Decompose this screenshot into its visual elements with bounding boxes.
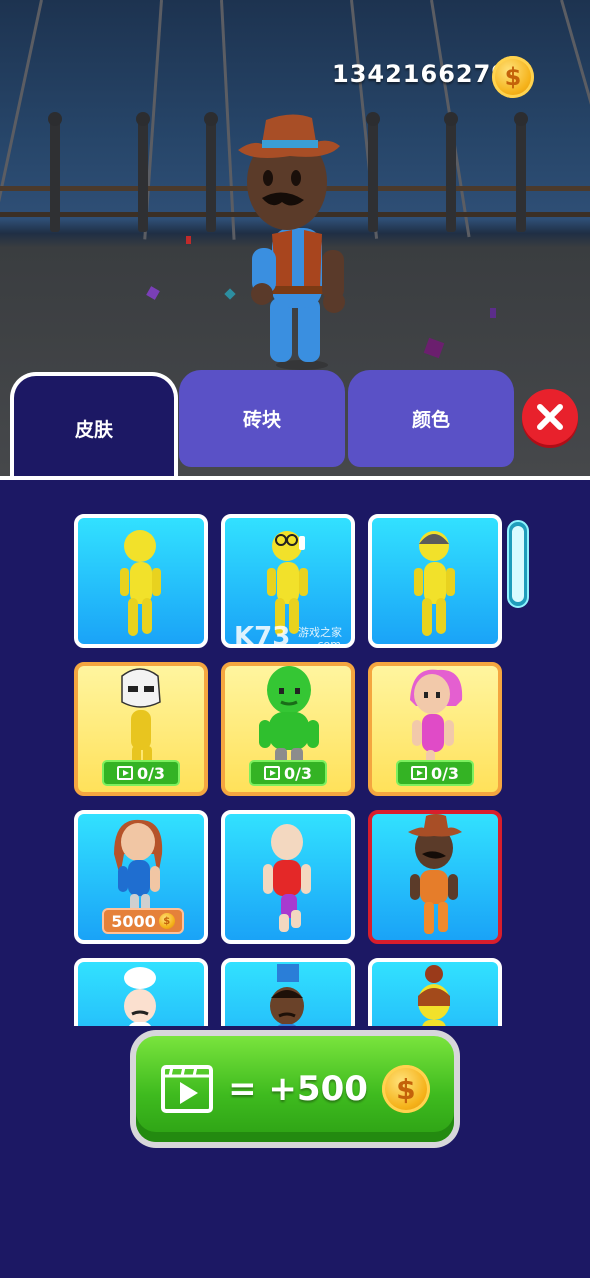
- player-character: [238, 114, 345, 370]
- skin-card-chef[interactable]: [74, 958, 208, 1026]
- skin-card-bald-red-shirt[interactable]: [221, 810, 355, 944]
- close-icon: [537, 404, 563, 430]
- skin-card-redhead-girl[interactable]: 5000 $: [74, 810, 208, 944]
- confetti: [423, 337, 445, 359]
- progress-label: 0/3: [430, 763, 460, 783]
- scrollbar-thumb[interactable]: [512, 526, 524, 602]
- video-icon: [161, 1065, 214, 1113]
- fence-post: [48, 112, 62, 232]
- skin-figure: [270, 964, 304, 1026]
- skin-card-bun-hair[interactable]: [368, 958, 502, 1026]
- fence-post: [366, 112, 380, 232]
- video-icon: [116, 766, 133, 780]
- skin-card-stormtrooper[interactable]: 0/3: [74, 662, 208, 796]
- video-icon: [263, 766, 280, 780]
- video-progress-badge: 0/3: [396, 760, 474, 786]
- skin-figure: [414, 531, 455, 636]
- tab-colors[interactable]: 颜色: [348, 370, 514, 467]
- fence-post: [444, 112, 458, 232]
- watch-ad-button[interactable]: = +500 $: [130, 1030, 460, 1148]
- skin-figure: [259, 666, 319, 766]
- fence-post: [136, 112, 150, 232]
- coin-icon: $: [381, 1065, 430, 1113]
- coin-icon: $: [492, 56, 534, 98]
- confetti: [186, 236, 191, 244]
- video-progress-badge: 0/3: [102, 760, 180, 786]
- progress-label: 0/3: [283, 763, 313, 783]
- skin-figure: [418, 965, 450, 1026]
- skin-figure: [114, 819, 163, 914]
- video-icon: [410, 766, 427, 780]
- skin-figure: [124, 967, 156, 1026]
- close-button[interactable]: [522, 389, 578, 445]
- skin-figure: [120, 530, 161, 636]
- progress-label: 0/3: [136, 763, 166, 783]
- skin-grid: 0/3 0/3 0/3 5000 $: [72, 514, 508, 1026]
- rope: [0, 0, 43, 236]
- watermark-domain: .com: [314, 638, 341, 651]
- skin-card-yellow-cap[interactable]: [368, 514, 502, 648]
- confetti: [490, 308, 496, 318]
- watch-ad-button-face[interactable]: = +500 $: [136, 1036, 454, 1142]
- skin-card-cowboy[interactable]: [368, 810, 502, 944]
- scrollbar[interactable]: [507, 520, 529, 608]
- confetti: [146, 286, 160, 300]
- tab-bricks[interactable]: 砖块: [179, 370, 345, 467]
- skin-figure: [121, 668, 161, 766]
- skin-figure: [410, 669, 463, 766]
- price-label: 5000: [111, 911, 156, 931]
- rope: [560, 0, 590, 232]
- skin-card-plain-yellow[interactable]: [74, 514, 208, 648]
- tab-skins[interactable]: 皮肤: [10, 372, 178, 480]
- skin-card-green-orc[interactable]: 0/3: [221, 662, 355, 796]
- skin-card-top-hat[interactable]: [221, 958, 355, 1026]
- skin-card-pink-hair-girl[interactable]: 0/3: [368, 662, 502, 796]
- fence-post: [514, 112, 528, 232]
- coin-icon: $: [158, 913, 175, 929]
- ad-reward-label: = +500: [228, 1069, 368, 1109]
- video-progress-badge: 0/3: [249, 760, 327, 786]
- category-tabs: 皮肤 砖块 颜色: [0, 370, 590, 480]
- watermark-logo: K73: [234, 622, 291, 652]
- fence-post: [204, 112, 218, 232]
- skin-figure: [263, 824, 311, 932]
- skin-figure: [408, 814, 462, 934]
- coin-balance: 1342166279: [332, 60, 509, 88]
- price-tag: 5000 $: [102, 908, 184, 934]
